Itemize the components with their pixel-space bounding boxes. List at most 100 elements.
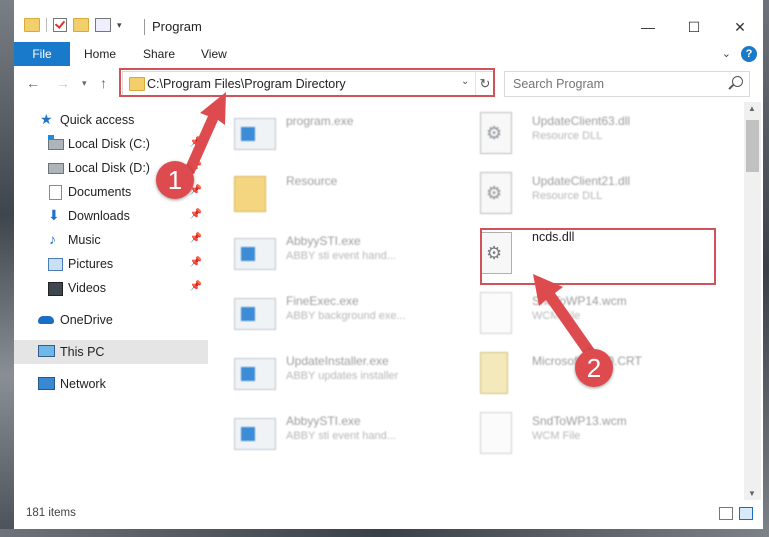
- properties-check-icon[interactable]: [53, 18, 67, 32]
- item-count: 181 items: [26, 507, 76, 519]
- pin-icon[interactable]: 📌: [190, 209, 202, 220]
- file-name: AbbyySTI.exe: [286, 414, 361, 428]
- file-item[interactable]: AbbyySTI.exe ABBY sti event hand...: [224, 226, 464, 282]
- step-2-badge: 2: [575, 349, 613, 387]
- cloud-icon: [38, 316, 54, 324]
- details-view-icon[interactable]: [719, 507, 733, 520]
- file-type: Resource DLL: [532, 130, 603, 142]
- title-bar: ▾ Program — ☐ ✕: [14, 12, 763, 42]
- file-item[interactable]: program.exe: [224, 106, 464, 162]
- sidebar-item-local-disk-c[interactable]: Local Disk (C:) 📌: [14, 132, 208, 156]
- star-icon: ★: [40, 111, 53, 127]
- file-name: UpdateInstaller.exe: [286, 354, 389, 368]
- tab-share[interactable]: Share: [143, 42, 175, 66]
- file-item[interactable]: FineExec.exe ABBY background exe...: [224, 286, 464, 342]
- file-name: SndToWP13.wcm: [532, 414, 627, 428]
- videos-icon: [48, 282, 63, 296]
- sidebar-item-downloads[interactable]: ⬇ Downloads 📌: [14, 204, 208, 228]
- pin-icon[interactable]: 📌: [190, 281, 202, 292]
- file-name: AbbyySTI.exe: [286, 234, 361, 248]
- music-icon: ♪: [49, 231, 56, 247]
- file-item[interactable]: UpdateClient63.dll Resource DLL: [470, 106, 710, 162]
- minimize-button[interactable]: —: [625, 12, 671, 42]
- recent-locations-icon[interactable]: ▾: [82, 78, 87, 89]
- disk-icon: [48, 135, 64, 150]
- tab-view[interactable]: View: [201, 42, 227, 66]
- folder-item[interactable]: Resource: [224, 166, 464, 222]
- window-controls: — ☐ ✕: [625, 12, 763, 42]
- file-name: SndToWP14.wcm: [532, 294, 627, 308]
- crt-icon: [480, 352, 508, 394]
- sidebar-item-label: Videos: [68, 281, 106, 295]
- sidebar-item-label: Quick access: [60, 113, 135, 127]
- dll-icon: [480, 172, 512, 214]
- folder-icon: [234, 176, 266, 212]
- customize-icon[interactable]: [95, 18, 111, 32]
- network-icon: [38, 377, 55, 390]
- pin-icon[interactable]: 📌: [190, 257, 202, 268]
- new-folder-icon[interactable]: [73, 18, 89, 32]
- app-icon: [234, 418, 276, 450]
- desktop-background: [0, 529, 769, 537]
- sidebar-item-music[interactable]: ♪ Music 📌: [14, 228, 208, 252]
- sidebar-item-pictures[interactable]: Pictures 📌: [14, 252, 208, 276]
- back-arrow-icon[interactable]: ←: [26, 75, 40, 91]
- file-type: ABBY sti event hand...: [286, 430, 396, 442]
- explorer-window: ▾ Program — ☐ ✕ File Home Share View ⌄ ?…: [0, 0, 769, 537]
- divider: [46, 18, 47, 32]
- document-icon: [480, 412, 512, 454]
- sidebar-item-onedrive[interactable]: OneDrive: [14, 308, 208, 332]
- scroll-down-icon[interactable]: ▼: [748, 489, 756, 498]
- file-type: ABBY background exe...: [286, 310, 406, 322]
- forward-arrow-icon[interactable]: →: [56, 75, 70, 91]
- documents-icon: [49, 185, 62, 200]
- folder-icon: [24, 18, 40, 32]
- app-icon: [234, 298, 276, 330]
- file-name: Resource: [286, 174, 338, 188]
- sidebar-item-label: This PC: [60, 345, 105, 359]
- sidebar-item-label: Documents: [68, 185, 132, 199]
- file-item[interactable]: SndToWP13.wcm WCM File: [470, 406, 710, 462]
- sidebar-item-videos[interactable]: Videos 📌: [14, 276, 208, 300]
- sidebar-item-this-pc[interactable]: This PC: [14, 340, 208, 364]
- large-icons-view-icon[interactable]: [739, 507, 753, 520]
- search-icon[interactable]: [732, 76, 743, 87]
- file-name: UpdateClient63.dll: [532, 114, 631, 128]
- chevron-down-icon[interactable]: ▾: [117, 20, 122, 31]
- tab-file[interactable]: File: [14, 42, 70, 66]
- sidebar-item-label: Pictures: [68, 257, 114, 271]
- desktop-background: [0, 0, 14, 537]
- sidebar-item-label: OneDrive: [60, 313, 113, 327]
- file-item[interactable]: AbbyySTI.exe ABBY sti event hand...: [224, 406, 464, 462]
- scroll-up-icon[interactable]: ▲: [748, 104, 756, 113]
- file-item[interactable]: UpdateClient21.dll Resource DLL: [470, 166, 710, 222]
- file-item[interactable]: SndToWP14.wcm WCM File: [470, 286, 710, 342]
- pictures-icon: [48, 258, 63, 271]
- computer-icon: [38, 345, 55, 357]
- close-button[interactable]: ✕: [717, 12, 763, 42]
- status-bar: 181 items: [14, 500, 763, 526]
- file-name: UpdateClient21.dll: [532, 174, 631, 188]
- pin-icon[interactable]: 📌: [190, 137, 202, 148]
- search-box[interactable]: [504, 71, 750, 97]
- installer-icon: [234, 358, 276, 390]
- tab-home[interactable]: Home: [84, 42, 116, 66]
- divider: [144, 19, 145, 35]
- file-highlight: [480, 228, 716, 285]
- search-input[interactable]: [511, 75, 715, 93]
- sidebar-item-quick-access[interactable]: ★ Quick access: [14, 108, 208, 132]
- pin-icon[interactable]: 📌: [190, 233, 202, 244]
- expand-ribbon-icon[interactable]: ⌄: [722, 47, 731, 60]
- vertical-scrollbar[interactable]: ▲ ▼: [744, 102, 761, 500]
- sidebar-item-label: Network: [60, 377, 106, 391]
- sidebar-item-network[interactable]: Network: [14, 372, 208, 396]
- maximize-button[interactable]: ☐: [671, 12, 717, 42]
- file-type: WCM File: [532, 430, 581, 442]
- scrollbar-thumb[interactable]: [746, 120, 759, 172]
- up-arrow-icon[interactable]: ↑: [100, 75, 107, 91]
- file-item[interactable]: UpdateInstaller.exe ABBY updates install…: [224, 346, 464, 402]
- window-title: Program: [152, 19, 202, 34]
- quick-access-toolbar: ▾: [24, 18, 122, 32]
- help-icon[interactable]: ?: [741, 46, 757, 62]
- file-type: ABBY updates installer: [286, 370, 399, 382]
